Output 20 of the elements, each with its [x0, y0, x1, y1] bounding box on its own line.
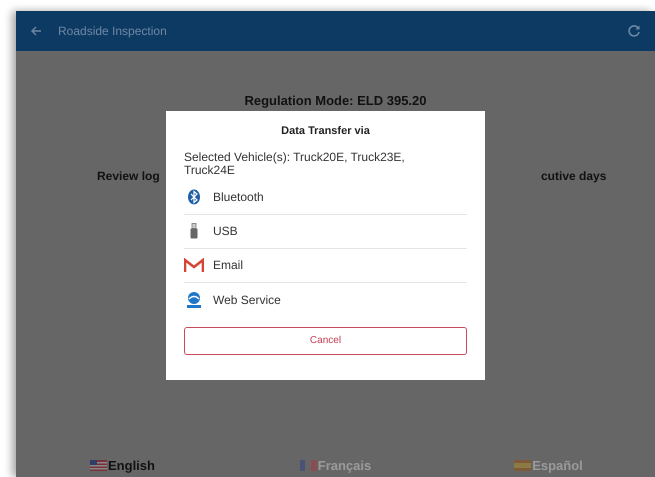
globe-logo-icon: [185, 290, 203, 308]
flag-icon: [514, 460, 532, 471]
transfer-option[interactable]: Email: [184, 248, 467, 282]
review-text: cutive days: [541, 168, 606, 185]
regulation-mode: Regulation Mode: ELD 395.20: [243, 92, 428, 110]
cancel-button[interactable]: Cancel: [184, 326, 467, 354]
transfer-option[interactable]: Bluetooth: [184, 180, 467, 214]
dialog-title: Data Transfer via: [280, 124, 371, 139]
bluetooth-icon: [187, 189, 201, 205]
screen-title: Roadside Inspection: [58, 23, 167, 40]
review-text: Review log: [97, 168, 160, 185]
flag-icon: [90, 460, 108, 471]
flag-icon: [300, 460, 317, 471]
transfer-option[interactable]: USB: [184, 214, 467, 248]
refresh-icon[interactable]: [627, 24, 641, 38]
usb-drive-icon: [189, 223, 199, 239]
selected-vehicles: Selected Vehicle(s): Truck20E, Truck23E, Truck24E: [184, 150, 406, 176]
envelope-m-icon: [184, 258, 204, 272]
transfer-option[interactable]: Web Service: [184, 282, 467, 316]
back-arrow-icon[interactable]: [30, 25, 42, 37]
